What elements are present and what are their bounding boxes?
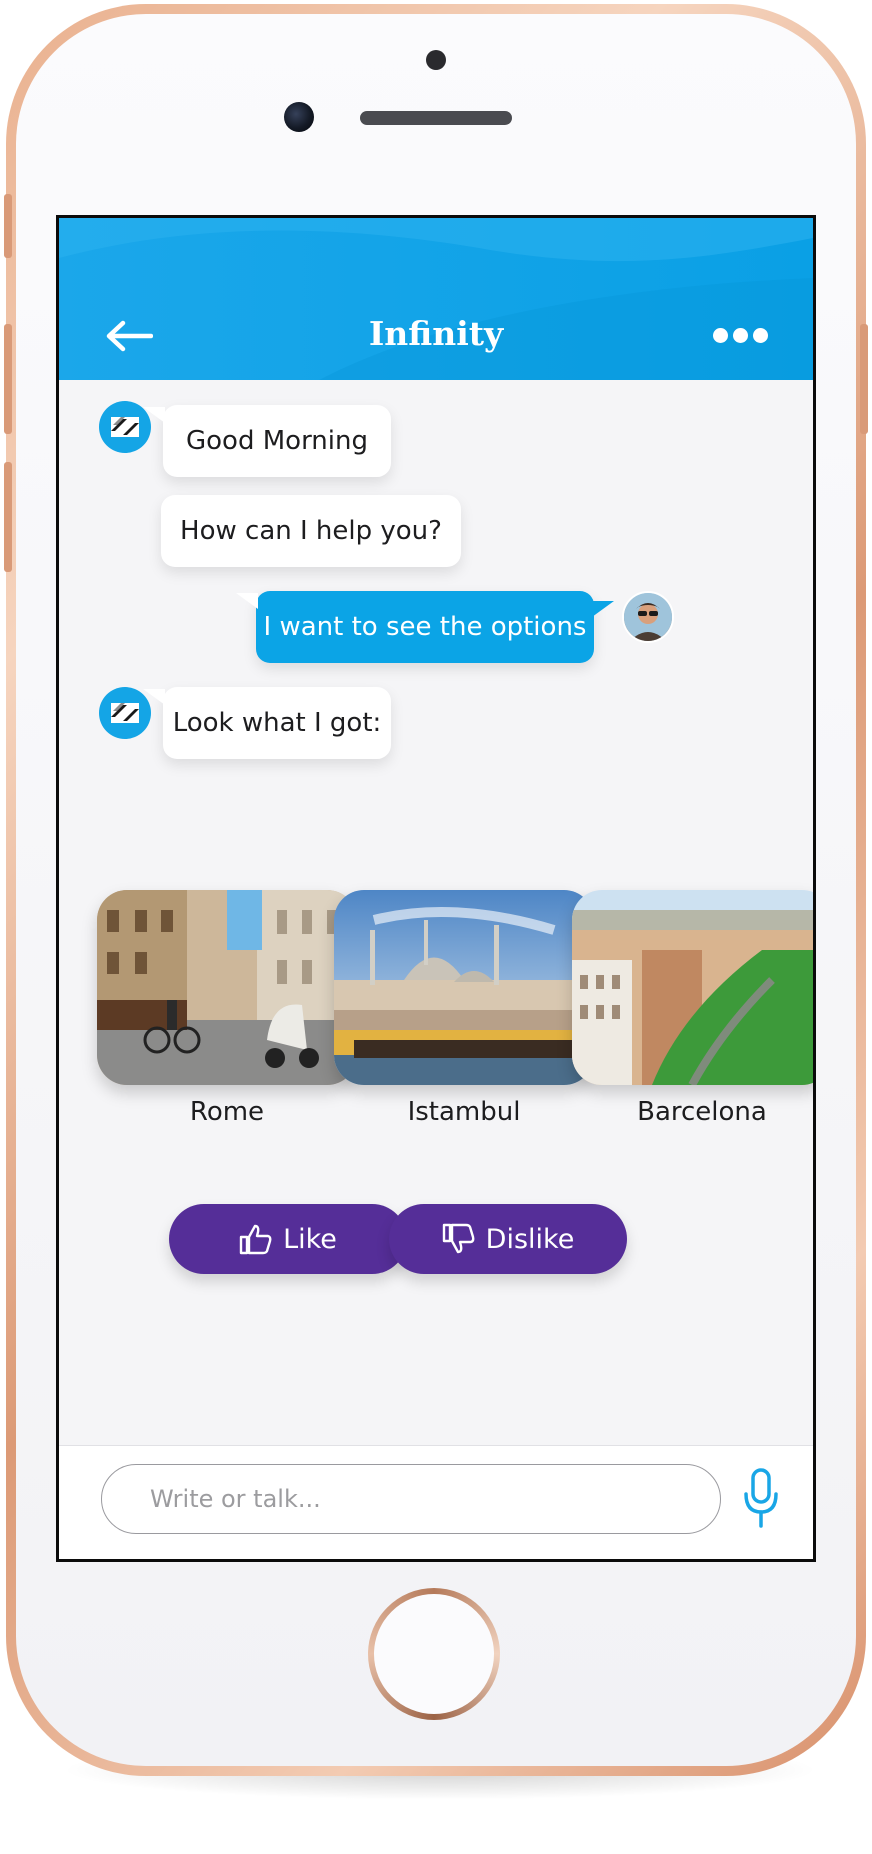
message-text: I want to see the options: [263, 612, 587, 642]
microphone-icon[interactable]: [741, 1466, 781, 1530]
bot-message: Look what I got:: [143, 687, 391, 759]
dislike-button[interactable]: Dislike: [389, 1204, 627, 1274]
proximity-sensor: [426, 50, 446, 70]
more-dots-icon[interactable]: [713, 328, 773, 344]
app-screen: Infinity Good Morning How can I help you…: [56, 215, 816, 1562]
like-button[interactable]: Like: [169, 1204, 407, 1274]
card-label: Barcelona: [637, 1097, 767, 1127]
user-message: I want to see the options: [236, 591, 614, 663]
bot-message: How can I help you?: [161, 495, 461, 567]
rome-image: [97, 890, 357, 1085]
power-button: [860, 324, 868, 434]
message-text: Look what I got:: [172, 708, 382, 738]
message-text: How can I help you?: [180, 516, 442, 546]
like-label: Like: [283, 1223, 337, 1255]
user-avatar: [622, 591, 674, 643]
front-camera: [284, 102, 314, 132]
earpiece-speaker: [360, 111, 512, 125]
bot-message: Good Morning: [143, 405, 391, 477]
volume-up-button: [4, 324, 12, 434]
barcelona-image: [572, 890, 813, 1085]
destination-card-barcelona[interactable]: Barcelona: [572, 890, 813, 1127]
istambul-image: [334, 890, 594, 1085]
thumbs-down-icon: [442, 1223, 475, 1254]
message-text: Good Morning: [186, 426, 368, 456]
page-title: Infinity: [368, 314, 504, 353]
volume-down-button: [4, 462, 12, 572]
chat-header: Infinity: [59, 218, 813, 380]
card-label: Istambul: [407, 1097, 521, 1127]
home-button[interactable]: [368, 1588, 500, 1720]
composer-bar: [59, 1445, 813, 1559]
message-input[interactable]: [101, 1464, 721, 1534]
dislike-label: Dislike: [485, 1223, 575, 1255]
destination-card-rome[interactable]: Rome: [97, 890, 357, 1127]
mute-switch: [4, 194, 12, 258]
thumbs-up-icon: [239, 1224, 272, 1255]
destination-card-istambul[interactable]: Istambul: [334, 890, 594, 1127]
card-label: Rome: [189, 1097, 265, 1127]
header-wave-decoration: [59, 218, 813, 380]
